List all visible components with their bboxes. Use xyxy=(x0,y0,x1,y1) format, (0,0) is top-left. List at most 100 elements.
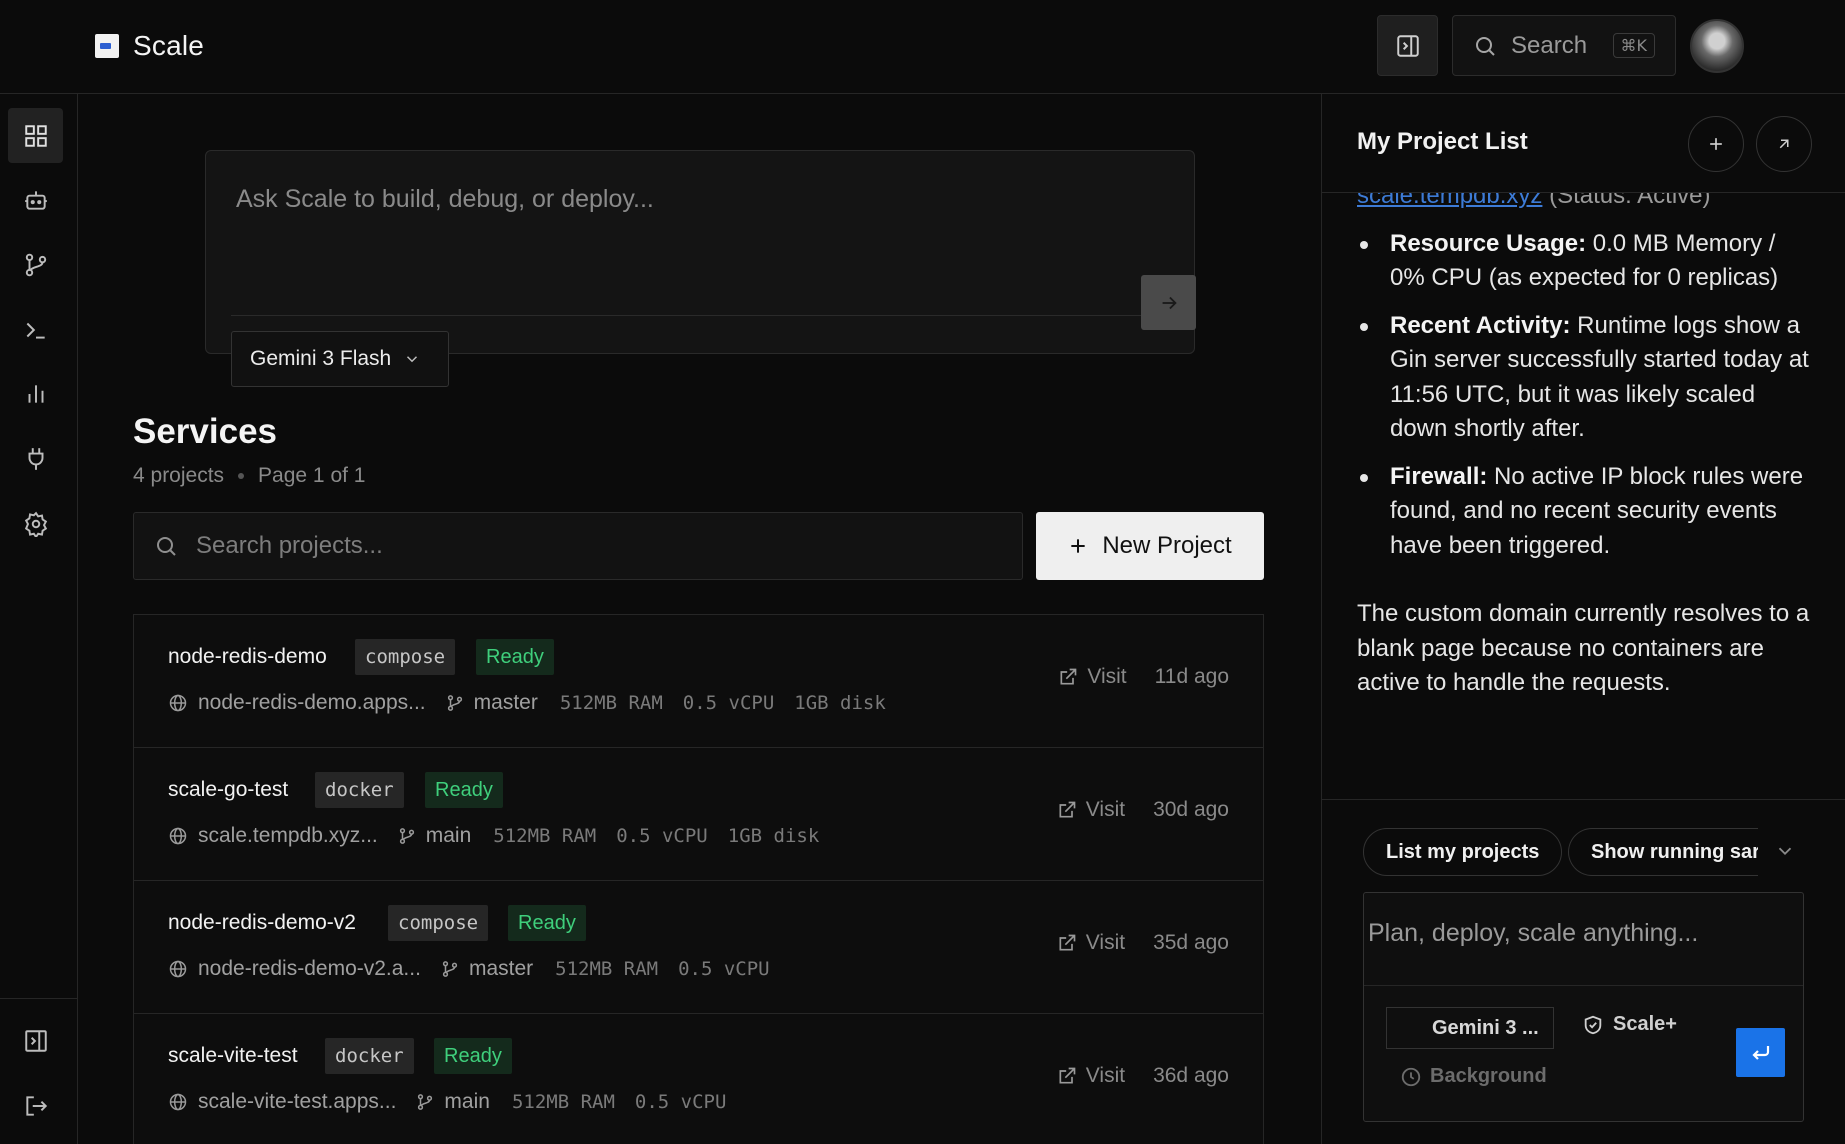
ai-composer: Ask Scale to build, debug, or deploy... … xyxy=(205,150,1196,387)
nav-integrations[interactable] xyxy=(8,431,63,486)
project-name[interactable]: scale-vite-test xyxy=(168,1044,298,1068)
project-ram: 512MB RAM xyxy=(493,825,597,847)
background-toggle[interactable]: Background xyxy=(1400,1065,1547,1088)
row-actions: Visit 30d ago xyxy=(1057,798,1229,822)
chat-model-select[interactable]: Gemini 3 ... xyxy=(1386,1007,1554,1049)
visit-label: Visit xyxy=(1087,665,1127,688)
assistant-panel: My Project List scale.tempdb.xyz (Status… xyxy=(1321,94,1845,1144)
global-search-button[interactable]: Search ⌘K xyxy=(1452,15,1676,76)
external-link-icon xyxy=(1059,1067,1076,1084)
chat-input[interactable]: Plan, deploy, scale anything... xyxy=(1368,919,1698,948)
external-link-icon xyxy=(1060,668,1077,685)
project-branch: master xyxy=(473,691,538,714)
brand[interactable]: Scale xyxy=(95,30,204,62)
project-disk: 1GB disk xyxy=(794,692,886,714)
nav-settings[interactable] xyxy=(8,496,63,551)
scale-plus-toggle[interactable]: Scale+ xyxy=(1582,1013,1677,1036)
git-branch-icon xyxy=(447,695,462,711)
logout-button[interactable] xyxy=(8,1078,63,1133)
chat-send-button[interactable] xyxy=(1736,1028,1785,1077)
project-domain: node-redis-demo-v2.a... xyxy=(198,957,421,980)
search-label: Search xyxy=(1511,31,1588,59)
project-name[interactable]: node-redis-demo xyxy=(168,645,327,669)
summary-paragraph: The custom domain currently resolves to … xyxy=(1357,600,1810,696)
chevron-down-icon xyxy=(407,356,418,363)
external-link-icon xyxy=(1059,801,1076,818)
project-branch: main xyxy=(444,1090,490,1113)
composer-input[interactable]: Ask Scale to build, debug, or deploy... xyxy=(236,185,654,214)
visit-link[interactable]: Visit xyxy=(1058,665,1127,689)
project-ram: 512MB RAM xyxy=(555,958,659,980)
model-label: Gemini 3 Flash xyxy=(250,347,392,370)
table-row[interactable]: scale-go-test docker Ready scale.tempdb.… xyxy=(134,748,1263,881)
project-name[interactable]: node-redis-demo-v2 xyxy=(168,911,356,935)
project-ram: 512MB RAM xyxy=(559,692,663,714)
composer-send-button[interactable] xyxy=(1141,275,1196,330)
main-content: Ask Scale to build, debug, or deploy... … xyxy=(78,94,1321,1144)
avatar[interactable] xyxy=(1690,19,1744,73)
visit-label: Visit xyxy=(1085,798,1126,821)
new-project-button[interactable]: New Project xyxy=(1036,512,1264,580)
chat-model-label: Gemini 3 ... xyxy=(1432,1016,1539,1039)
project-name[interactable]: scale-go-test xyxy=(168,778,288,802)
new-chat-button[interactable] xyxy=(1688,116,1744,172)
project-cpu: 0.5 vCPU xyxy=(682,692,775,714)
expand-panel-button[interactable] xyxy=(1756,116,1812,172)
model-select[interactable]: Gemini 3 Flash xyxy=(231,331,449,387)
bar-chart-icon xyxy=(28,384,43,403)
project-cpu: 0.5 vCPU xyxy=(678,958,770,980)
logout-icon xyxy=(25,1095,47,1116)
chevron-down-icon[interactable] xyxy=(1774,840,1796,862)
panel-header: My Project List xyxy=(1322,94,1845,193)
nav-deployments[interactable] xyxy=(8,237,63,292)
project-type-tag: compose xyxy=(355,639,456,675)
project-type-tag: compose xyxy=(388,905,489,941)
visit-link[interactable]: Visit xyxy=(1057,798,1125,822)
suggestion-chip[interactable]: List my projects xyxy=(1363,828,1563,876)
page-indicator: Page 1 of 1 xyxy=(258,464,366,487)
app-name: Scale xyxy=(133,30,205,61)
nav-terminal[interactable] xyxy=(8,302,63,357)
scale-plus-label: Scale+ xyxy=(1613,1013,1677,1035)
suggestion-chip[interactable]: Show running sar xyxy=(1568,828,1758,876)
nav-metrics[interactable] xyxy=(8,366,63,421)
toggle-panel-button[interactable] xyxy=(1377,15,1438,76)
project-search-input[interactable]: Search projects... xyxy=(133,512,1023,580)
git-branch-icon xyxy=(25,253,46,276)
project-age: 30d ago xyxy=(1153,798,1229,821)
top-bar: Scale Search ⌘K xyxy=(0,0,1845,94)
visit-link[interactable]: Visit xyxy=(1057,931,1125,955)
rail-divider xyxy=(0,998,78,999)
project-cpu: 0.5 vCPU xyxy=(616,825,708,847)
project-branch: master xyxy=(468,957,534,980)
status-badge: Ready xyxy=(434,1038,512,1074)
project-meta: node-redis-demo.apps... master 512MB RAM… xyxy=(168,691,886,715)
globe-icon xyxy=(169,1093,187,1111)
globe-icon xyxy=(169,827,187,845)
table-row[interactable]: node-redis-demo-v2 compose Ready node-re… xyxy=(134,881,1263,1014)
visit-link[interactable]: Visit xyxy=(1057,1064,1125,1088)
collapse-sidebar-button[interactable] xyxy=(8,1013,63,1068)
project-age: 35d ago xyxy=(1153,931,1229,954)
project-age: 11d ago xyxy=(1154,665,1229,688)
search-icon xyxy=(157,537,176,556)
list-item: Resource Usage: 0.0 MB Memory / 0% CPU (… xyxy=(1357,227,1812,296)
globe-icon xyxy=(169,960,187,978)
project-count: 4 projects xyxy=(133,464,225,487)
bullet-label: Firewall: xyxy=(1390,462,1488,490)
left-rail xyxy=(0,94,78,1144)
shield-icon xyxy=(1584,1015,1602,1034)
plus-icon xyxy=(1710,138,1722,150)
dashboard-icon xyxy=(24,124,47,147)
nav-dashboard[interactable] xyxy=(8,108,63,163)
composer-divider xyxy=(231,315,1169,316)
row-actions: Visit 11d ago xyxy=(1058,665,1229,689)
arrow-up-right-icon xyxy=(1779,139,1789,149)
table-row[interactable]: node-redis-demo compose Ready node-redis… xyxy=(134,615,1263,748)
project-ram: 512MB RAM xyxy=(511,1091,615,1113)
new-project-label: New Project xyxy=(1102,532,1232,559)
chat-footer: List my projects Show running sar Plan, … xyxy=(1322,799,1845,1144)
table-row[interactable]: scale-vite-test docker Ready scale-vite-… xyxy=(134,1014,1263,1144)
nav-agents[interactable] xyxy=(8,172,63,227)
project-search-placeholder: Search projects... xyxy=(196,532,383,559)
